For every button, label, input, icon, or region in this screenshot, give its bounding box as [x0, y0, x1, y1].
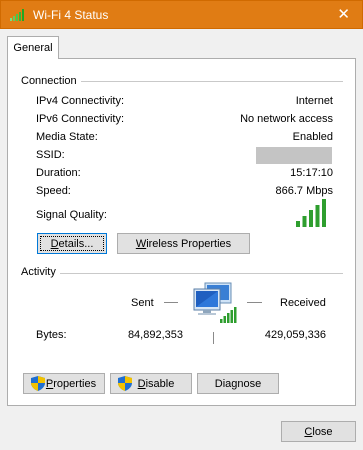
- ssid-redacted-value: [256, 147, 332, 164]
- uac-shield-icon: [31, 376, 45, 391]
- received-line: [247, 302, 262, 303]
- diagnose-button-label-rest: nose: [237, 378, 262, 390]
- uac-shield-icon: [118, 376, 132, 391]
- tab-general[interactable]: General: [7, 36, 59, 59]
- ssid-label: SSID:: [36, 149, 65, 161]
- disable-button[interactable]: Disable: [110, 373, 192, 394]
- sent-line: [164, 302, 178, 303]
- wifi-signal-icon: [10, 9, 24, 21]
- details-button[interactable]: Details...: [37, 233, 107, 254]
- media-state-value: Enabled: [292, 131, 333, 143]
- connection-heading: Connection: [21, 75, 81, 87]
- focus-ring: [40, 236, 104, 251]
- ipv6-value: No network access: [240, 113, 333, 125]
- bytes-label: Bytes:: [36, 329, 67, 341]
- disable-button-label-rest: isable: [145, 378, 175, 390]
- properties-button[interactable]: Properties: [23, 373, 105, 394]
- duration-value: 15:17:10: [290, 167, 333, 179]
- diagnose-button[interactable]: Diagnose: [197, 373, 279, 394]
- disable-button-accel: D: [137, 378, 146, 390]
- signal-quality-icon: [296, 199, 326, 227]
- signal-bar: [296, 221, 300, 227]
- activity-separator: [213, 332, 214, 344]
- close-button[interactable]: Close: [281, 421, 356, 442]
- title-bar[interactable]: Wi-Fi 4 Status ✕: [0, 0, 363, 29]
- sent-label: Sent: [131, 297, 154, 309]
- general-panel: [7, 58, 356, 406]
- activity-divider: [21, 273, 343, 274]
- ipv6-label: IPv6 Connectivity:: [36, 113, 125, 125]
- close-icon[interactable]: ✕: [337, 6, 350, 23]
- close-button-label-rest: lose: [312, 426, 333, 438]
- diagnose-button-label: Dia: [214, 378, 232, 390]
- bytes-received-value: 429,059,336: [264, 329, 326, 341]
- bytes-sent-value: 84,892,353: [127, 329, 183, 341]
- speed-value: 866.7 Mbps: [275, 185, 333, 197]
- signal-quality-label: Signal Quality:: [36, 209, 107, 221]
- signal-bar: [322, 199, 326, 227]
- wireless-properties-button[interactable]: Wireless Properties: [117, 233, 250, 254]
- received-label: Received: [280, 297, 326, 309]
- ipv4-value: Internet: [295, 95, 333, 107]
- signal-bar: [309, 210, 313, 227]
- properties-button-label-rest: roperties: [53, 378, 97, 390]
- activity-heading: Activity: [21, 266, 60, 278]
- network-computer-icon: [193, 282, 237, 323]
- duration-label: Duration:: [36, 167, 81, 179]
- wireless-button-label-rest: ireless Properties: [146, 238, 232, 250]
- window-title: Wi-Fi 4 Status: [33, 8, 109, 22]
- signal-bar: [302, 216, 307, 227]
- signal-bar: [315, 205, 320, 227]
- speed-label: Speed:: [36, 185, 71, 197]
- wireless-button-accel: W: [135, 238, 147, 250]
- media-state-label: Media State:: [36, 131, 98, 143]
- ipv4-label: IPv4 Connectivity:: [36, 95, 125, 107]
